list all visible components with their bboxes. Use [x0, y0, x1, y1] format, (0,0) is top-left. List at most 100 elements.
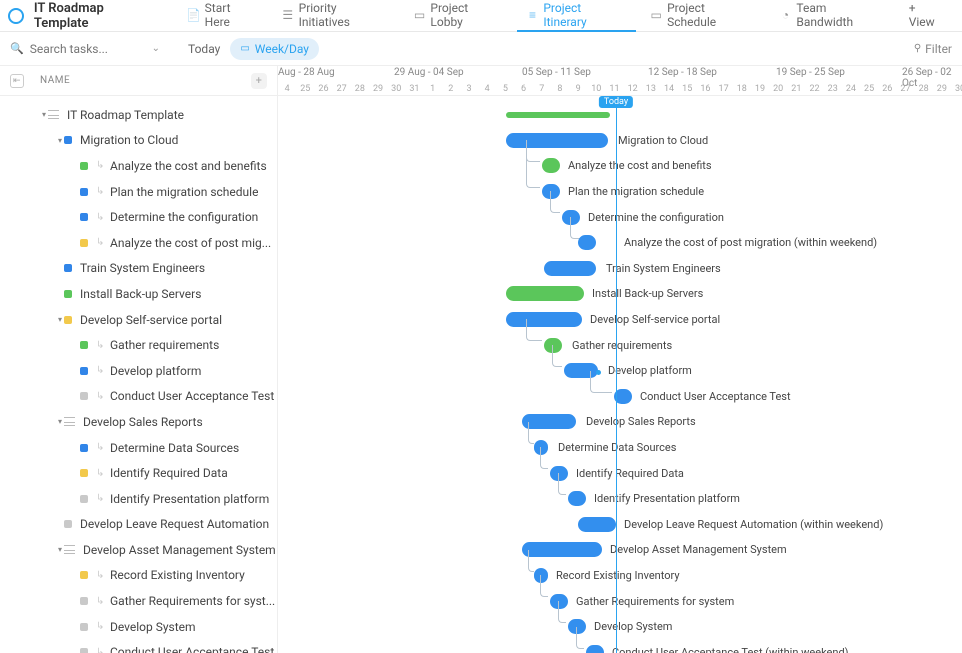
- task-row[interactable]: ↳Conduct User Acceptance Test: [0, 384, 277, 410]
- dependency-connector: [558, 601, 566, 623]
- collapse-sidebar-button[interactable]: ⇤: [10, 74, 24, 88]
- subtask-icon: ↳: [96, 493, 106, 504]
- tab-team-bandwidth[interactable]: ◔ Team Bandwidth: [770, 0, 895, 32]
- status-bullet: [64, 316, 72, 324]
- day-label: 28: [915, 84, 933, 94]
- list-icon: [64, 417, 75, 426]
- task-row[interactable]: ↳Conduct User Acceptance Test: [0, 639, 277, 653]
- gantt-bar[interactable]: [586, 645, 604, 653]
- timeline[interactable]: Aug - 28 Aug29 Aug - 04 Sep05 Sep - 11 S…: [278, 66, 962, 653]
- task-label: Migration to Cloud: [80, 133, 178, 147]
- gantt-bar[interactable]: [544, 261, 596, 276]
- task-label: Identify Presentation platform: [110, 492, 269, 506]
- task-row[interactable]: ↳Develop System: [0, 614, 277, 640]
- status-bullet: [80, 597, 88, 605]
- task-row[interactable]: Install Back-up Servers: [0, 281, 277, 307]
- task-row[interactable]: ↳Plan the migration schedule: [0, 179, 277, 205]
- filter-icon: ⚲: [914, 43, 921, 54]
- gantt-row: Determine Data Sources: [278, 435, 962, 461]
- gantt-bar-label: Develop Self-service portal: [590, 313, 720, 326]
- task-row[interactable]: ▾IT Roadmap Template: [0, 102, 277, 128]
- dependency-connector: [526, 141, 540, 188]
- task-row[interactable]: ↳Determine the configuration: [0, 204, 277, 230]
- filter-button[interactable]: ⚲ Filter: [914, 42, 952, 56]
- dependency-connector: [550, 191, 560, 213]
- today-button[interactable]: Today: [188, 42, 220, 56]
- expand-toggle[interactable]: ▾: [56, 417, 64, 426]
- status-bullet: [80, 162, 88, 170]
- search-input[interactable]: [30, 42, 140, 56]
- subtask-icon: ↳: [96, 442, 106, 453]
- chevron-down-icon[interactable]: ⌄: [152, 43, 160, 54]
- list-icon: [64, 545, 75, 554]
- task-row[interactable]: ↳Analyze the cost and benefits: [0, 153, 277, 179]
- week-range-label: 29 Aug - 04 Sep: [394, 67, 464, 78]
- tab-priority-initiatives[interactable]: ☰ Priority Initiatives: [272, 0, 400, 32]
- expand-toggle[interactable]: ▾: [56, 315, 64, 324]
- gantt-bar-label: Train System Engineers: [606, 262, 721, 275]
- timeline-body[interactable]: Today Migration to CloudAnalyze the cost…: [278, 96, 962, 653]
- gantt-bar-label: Analyze the cost of post migration (with…: [624, 236, 877, 249]
- day-label: 29: [369, 84, 387, 94]
- gantt-bar[interactable]: [568, 491, 586, 506]
- task-row[interactable]: ↳Determine Data Sources: [0, 435, 277, 461]
- add-view-button[interactable]: + View: [899, 0, 954, 32]
- task-row[interactable]: ↳Develop platform: [0, 358, 277, 384]
- task-row[interactable]: ↳ Gather requirements: [0, 332, 277, 358]
- sidebar-header: ⇤ NAME +: [0, 66, 277, 96]
- day-label: 1: [424, 84, 442, 94]
- status-bullet: [64, 520, 72, 528]
- task-row[interactable]: ▾ Develop Sales Reports: [0, 409, 277, 435]
- gantt-bar[interactable]: [506, 286, 584, 301]
- gantt-bar[interactable]: [578, 235, 596, 250]
- add-column-button[interactable]: +: [251, 73, 267, 89]
- task-label: Gather requirements: [110, 338, 219, 352]
- task-row[interactable]: ▾ Migration to Cloud: [0, 128, 277, 154]
- week-range-label: 12 Sep - 18 Sep: [648, 67, 717, 78]
- dependency-connector: [540, 447, 548, 469]
- gantt-row: Conduct User Acceptance Test: [278, 384, 962, 410]
- task-row[interactable]: ↳Record Existing Inventory: [0, 563, 277, 589]
- tab-project-schedule[interactable]: ▭ Project Schedule: [640, 0, 765, 32]
- gantt-bar-label: Conduct User Acceptance Test: [640, 390, 791, 403]
- tab-project-itinerary[interactable]: ≡ Project Itinerary: [517, 0, 637, 32]
- task-row[interactable]: ↳Identify Required Data: [0, 460, 277, 486]
- status-bullet: [80, 495, 88, 503]
- gantt-bar-label: Migration to Cloud: [618, 134, 708, 147]
- day-label: 3: [460, 84, 478, 94]
- expand-toggle[interactable]: ▾: [40, 110, 48, 119]
- day-label: 12: [624, 84, 642, 94]
- day-label: 25: [860, 84, 878, 94]
- subtask-icon: ↳: [96, 340, 106, 351]
- gantt-bar[interactable]: [578, 517, 616, 532]
- expand-toggle[interactable]: ▾: [56, 136, 64, 145]
- doc-icon: 📄: [188, 9, 200, 21]
- task-tree: ▾IT Roadmap Template▾Migration to Cloud …: [0, 96, 277, 653]
- task-row[interactable]: ↳Analyze the cost of post mig...: [0, 230, 277, 256]
- task-label: Develop Sales Reports: [83, 415, 203, 429]
- search-box[interactable]: 🔍 ⌄: [10, 42, 160, 56]
- task-row[interactable]: ▾Develop Self-service portal: [0, 307, 277, 333]
- gantt-row: Determine the configuration: [278, 204, 962, 230]
- status-bullet: [80, 188, 88, 196]
- task-row[interactable]: ↳ Identify Presentation platform: [0, 486, 277, 512]
- day-label: 7: [533, 84, 551, 94]
- gantt-bar[interactable]: [506, 312, 582, 327]
- tab-start-here[interactable]: 📄 Start Here: [178, 0, 268, 32]
- task-row[interactable]: Develop Leave Request Automation: [0, 512, 277, 538]
- gantt-row: Conduct User Acceptance Test (within wee…: [278, 640, 962, 653]
- gantt-bar[interactable]: [522, 542, 602, 557]
- task-row[interactable]: ↳Gather Requirements for syst...: [0, 588, 277, 614]
- day-label: 21: [787, 84, 805, 94]
- gantt-bar[interactable]: [506, 112, 610, 118]
- task-label: Determine the configuration: [110, 210, 258, 224]
- search-icon: 🔍: [10, 42, 24, 55]
- weekday-toggle[interactable]: ▭ Week/Day: [230, 38, 319, 60]
- task-row[interactable]: Train System Engineers: [0, 256, 277, 282]
- expand-toggle[interactable]: ▾: [56, 545, 64, 554]
- gantt-bar[interactable]: [542, 158, 560, 173]
- task-row[interactable]: ▾Develop Asset Management System: [0, 537, 277, 563]
- tab-project-lobby[interactable]: ▭ Project Lobby: [404, 0, 513, 32]
- gantt-bar[interactable]: [506, 133, 608, 148]
- week-range-label: 19 Sep - 25 Sep: [776, 67, 845, 78]
